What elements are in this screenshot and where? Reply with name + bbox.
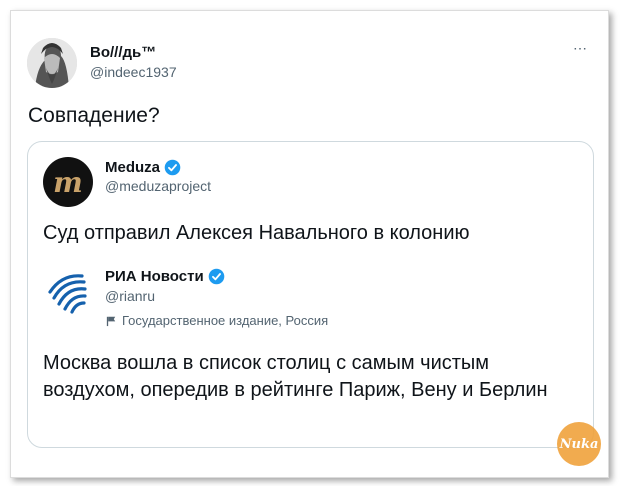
ria-avatar[interactable] [42, 266, 92, 316]
quoted-author-handle[interactable]: @meduzaproject [105, 178, 211, 194]
state-media-label[interactable]: Государственное издание, Россия [105, 313, 328, 328]
verified-badge-icon [164, 159, 181, 176]
quoted-author-name[interactable]: Meduza [105, 159, 181, 176]
author-name[interactable]: Во///дь™ [90, 44, 156, 61]
tweet-text: Совпадение? [28, 104, 160, 127]
verified-badge-icon [208, 268, 224, 285]
flag-icon [106, 316, 116, 327]
nested-author-label: РИА Новости [105, 268, 204, 285]
quoted-tweet-text: Суд отправил Алексея Навального в колони… [43, 222, 470, 244]
author-handle[interactable]: @indeec1937 [90, 64, 177, 80]
watermark-logo: Nuka [557, 422, 601, 466]
quoted-tweet[interactable]: m Meduza @meduzaproject Суд отправил Але… [27, 141, 594, 448]
meduza-avatar[interactable]: m [43, 157, 93, 207]
nested-author-handle[interactable]: @rianru [105, 288, 155, 304]
more-options-icon[interactable]: ⋯ [573, 40, 588, 57]
state-media-text: Государственное издание, Россия [122, 313, 329, 328]
quoted-author-label: Meduza [105, 159, 161, 176]
nested-tweet-text: Москва вошла в список столиц с самым чис… [43, 352, 548, 401]
nested-author-name[interactable]: РИА Новости [105, 268, 225, 285]
author-avatar[interactable] [27, 38, 77, 88]
